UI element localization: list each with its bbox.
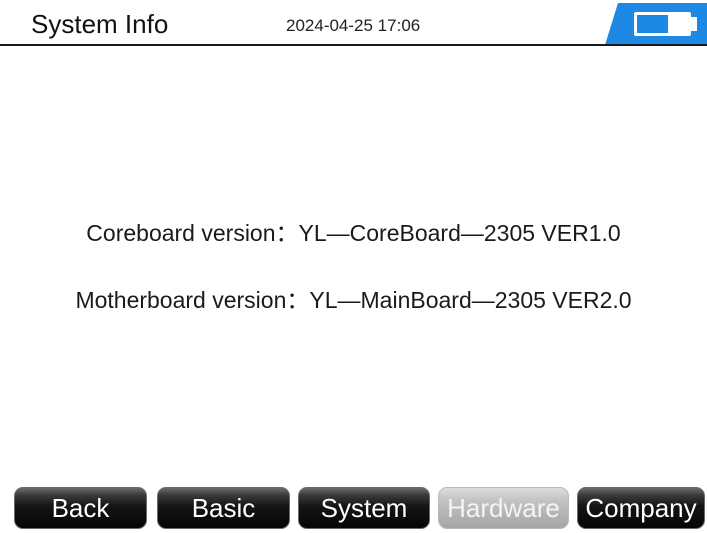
battery-icon	[605, 3, 707, 45]
datetime-display: 2024-04-25 17:06	[286, 16, 421, 35]
tab-company[interactable]: Company	[577, 487, 705, 529]
coreboard-version-text: Coreboard version：YL—CoreBoard—2305 VER1…	[86, 220, 621, 246]
main-content: Coreboard version：YL—CoreBoard—2305 VER1…	[0, 46, 707, 482]
tab-hardware[interactable]: Hardware	[438, 487, 569, 529]
tab-basic[interactable]: Basic	[157, 487, 290, 529]
back-button[interactable]: Back	[14, 487, 147, 529]
tab-system[interactable]: System	[298, 487, 430, 529]
bottom-tab-bar: Back Basic System Hardware Company	[0, 484, 707, 533]
motherboard-version-text: Motherboard version：YL—MainBoard—2305 VE…	[75, 287, 632, 313]
page-title: System Info	[31, 9, 169, 39]
header-bar: System Info 2024-04-25 17:06	[0, 0, 707, 46]
